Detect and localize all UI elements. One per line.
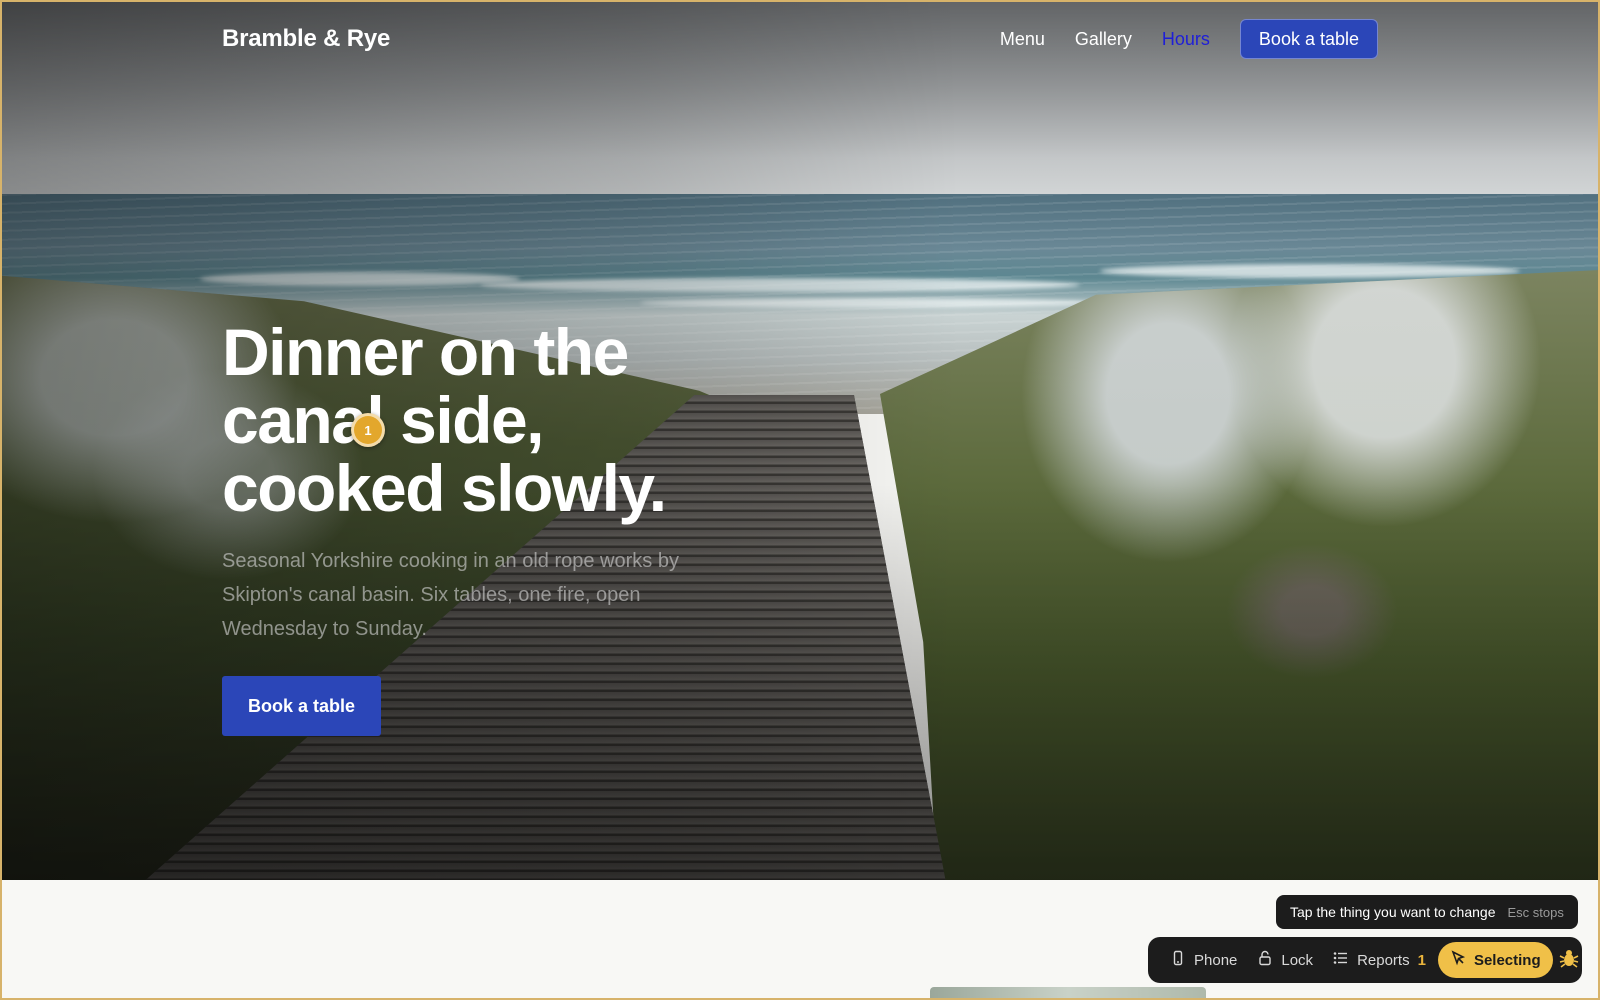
hero-content: Dinner on the canal side, cooked slowly.… (222, 318, 742, 736)
phone-icon (1170, 950, 1186, 970)
nav-link-hours[interactable]: Hours (1162, 29, 1210, 50)
selecting-toggle[interactable]: Selecting (1437, 942, 1553, 978)
nav-link-menu[interactable]: Menu (1000, 29, 1045, 50)
reports-label: Reports (1357, 951, 1410, 969)
peek-image-card (930, 987, 1206, 1000)
tooltip-hint: Esc stops (1507, 904, 1564, 920)
hero-book-button[interactable]: Book a table (222, 676, 382, 736)
hero-title-line1: Dinner on the (222, 315, 629, 389)
hero-title-line3: cooked slowly. (222, 451, 667, 525)
tooltip-text: Tap the thing you want to change (1290, 904, 1496, 920)
nav-link-gallery[interactable]: Gallery (1075, 29, 1132, 50)
nav-links: Menu Gallery Hours Book a table (1000, 19, 1378, 59)
list-icon (1333, 950, 1349, 970)
lock-icon (1257, 950, 1273, 970)
feedback-toolbar: Phone Lock Reports 1 Selecting (1148, 937, 1582, 983)
lock-label: Lock (1281, 951, 1314, 969)
hero-subtitle: Seasonal Yorkshire cooking in an old rop… (222, 550, 679, 640)
lock-button[interactable]: Lock (1249, 943, 1321, 977)
phone-button[interactable]: Phone (1162, 943, 1245, 977)
hero-title: Dinner on the canal side, cooked slowly. (222, 318, 742, 522)
phone-label: Phone (1194, 951, 1238, 969)
bug-icon (1557, 946, 1581, 975)
top-nav: Bramble & Rye Menu Gallery Hours Book a … (222, 18, 1378, 60)
hero-title-line2: canal side, (222, 383, 545, 457)
reports-button[interactable]: Reports 1 (1325, 943, 1434, 977)
nav-book-button[interactable]: Book a table (1239, 19, 1378, 59)
bug-button[interactable] (1557, 942, 1581, 978)
selecting-label: Selecting (1473, 951, 1541, 969)
annotation-marker[interactable]: 1 (351, 413, 385, 447)
selection-tooltip: Tap the thing you want to change Esc sto… (1276, 895, 1578, 929)
cursor-icon (1450, 950, 1466, 970)
brand-logo[interactable]: Bramble & Rye (222, 25, 390, 53)
reports-count-badge: 1 (1417, 951, 1426, 969)
